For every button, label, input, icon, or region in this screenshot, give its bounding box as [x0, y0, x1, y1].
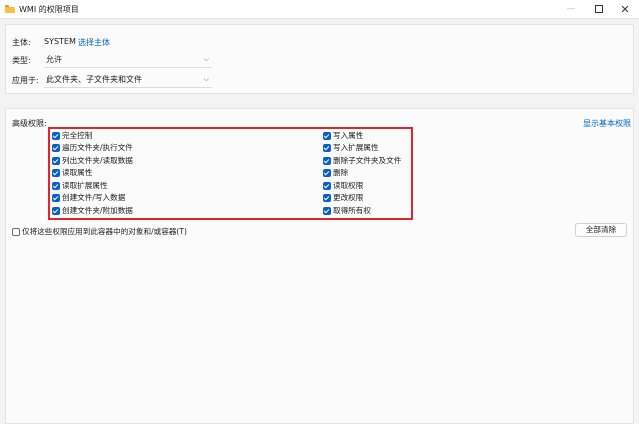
- permission-read-extended-attributes[interactable]: 读取扩展属性: [52, 181, 108, 191]
- checkbox-checked-icon[interactable]: [52, 132, 60, 140]
- folder-icon: [5, 5, 15, 13]
- type-select-underline: [44, 67, 212, 68]
- checkbox-checked-icon[interactable]: [52, 194, 60, 202]
- maximize-icon: [595, 4, 603, 13]
- checkbox-checked-icon[interactable]: [323, 182, 331, 190]
- chevron-down-icon: ⌵: [203, 75, 209, 83]
- permission-full-control[interactable]: 完全控制: [52, 131, 92, 141]
- clear-all-button[interactable]: 全部清除: [575, 223, 627, 237]
- apply-only-to-container-option[interactable]: 仅将这些权限应用到此容器中的对象和/或容器(T): [12, 227, 187, 237]
- permission-write-extended-attributes[interactable]: 写入扩展属性: [323, 143, 379, 153]
- select-principal-link[interactable]: 选择主体: [78, 37, 110, 48]
- permission-read-attributes[interactable]: 读取属性: [52, 168, 92, 178]
- title-bar: WMI 的权限项目 — ✕: [0, 0, 639, 19]
- checkbox-checked-icon[interactable]: [323, 157, 331, 165]
- checkbox-checked-icon[interactable]: [52, 207, 60, 215]
- checkbox-checked-icon[interactable]: [323, 132, 331, 140]
- permission-read-permissions[interactable]: 读取权限: [323, 181, 363, 191]
- checkbox-checked-icon[interactable]: [52, 157, 60, 165]
- permission-delete[interactable]: 删除: [323, 168, 348, 178]
- permission-take-ownership[interactable]: 取得所有权: [323, 206, 371, 216]
- type-label: 类型:: [12, 56, 31, 65]
- window-title: WMI 的权限项目: [19, 5, 79, 14]
- permission-traverse-execute[interactable]: 遍历文件夹/执行文件: [52, 143, 133, 153]
- checkbox-unchecked-icon[interactable]: [12, 228, 20, 236]
- chevron-down-icon: ⌵: [203, 55, 209, 63]
- permission-create-files-write-data[interactable]: 创建文件/写入数据: [52, 193, 125, 203]
- checkbox-checked-icon[interactable]: [52, 182, 60, 190]
- checkbox-checked-icon[interactable]: [52, 144, 60, 152]
- checkbox-checked-icon[interactable]: [52, 169, 60, 177]
- checkbox-checked-icon[interactable]: [323, 169, 331, 177]
- applies-to-value: 此文件夹、子文件夹和文件: [46, 75, 142, 84]
- applies-to-select-underline: [44, 87, 212, 88]
- show-basic-permissions-link[interactable]: 显示基本权限: [583, 118, 631, 129]
- applies-to-select[interactable]: 此文件夹、子文件夹和文件 ⌵: [44, 72, 212, 87]
- type-select[interactable]: 允许 ⌵: [44, 52, 212, 67]
- principal-value: SYSTEM: [44, 37, 76, 46]
- advanced-permissions-label: 高级权限:: [12, 119, 47, 128]
- applies-to-label: 应用于:: [12, 76, 39, 85]
- permission-create-folders-append-data[interactable]: 创建文件夹/附加数据: [52, 206, 133, 216]
- checkbox-checked-icon[interactable]: [323, 194, 331, 202]
- permission-change-permissions[interactable]: 更改权限: [323, 193, 363, 203]
- permission-delete-subfolders-files[interactable]: 删除子文件夹及文件: [323, 156, 401, 166]
- permission-write-attributes[interactable]: 写入属性: [323, 131, 363, 141]
- close-button[interactable]: ✕: [609, 0, 639, 19]
- checkbox-checked-icon[interactable]: [323, 144, 331, 152]
- checkbox-checked-icon[interactable]: [323, 207, 331, 215]
- principal-label: 主体:: [12, 38, 31, 47]
- type-value: 允许: [46, 55, 62, 64]
- permission-list-read-data[interactable]: 列出文件夹/读取数据: [52, 156, 133, 166]
